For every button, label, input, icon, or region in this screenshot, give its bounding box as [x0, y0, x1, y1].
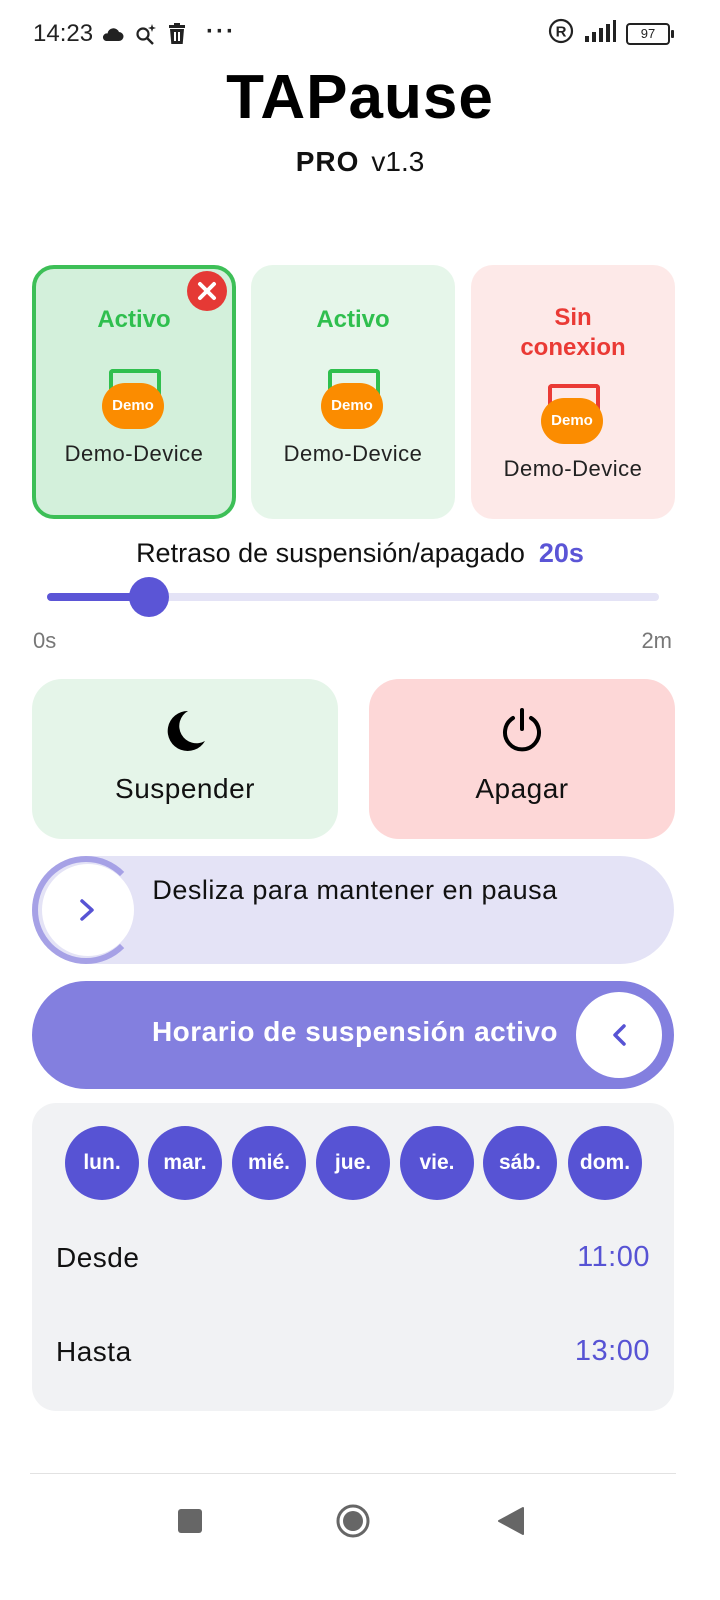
device-name: Demo-Device: [64, 441, 204, 466]
back-triangle-icon: [498, 1507, 524, 1535]
delay-title: Retraso de suspensión/apagado: [136, 538, 525, 568]
chevron-right-icon: [80, 899, 94, 921]
device-icon: Demo: [321, 369, 385, 431]
app-subtitle: PRO v1.3: [0, 146, 720, 178]
device-name: Demo-Device: [283, 441, 423, 466]
svg-text:R: R: [556, 24, 567, 41]
slider-max-label: 2m: [641, 628, 672, 653]
version-label: v1.3: [371, 146, 425, 177]
device-card[interactable]: Sin conexion Demo Demo-Device: [471, 265, 675, 519]
nav-divider: [30, 1473, 676, 1474]
suspend-button[interactable]: Suspender: [32, 679, 338, 839]
suspend-label: Suspender: [115, 773, 255, 804]
to-label: Hasta: [56, 1336, 132, 1367]
swipe-pause-handle[interactable]: [42, 864, 134, 956]
registered-icon: R: [548, 18, 574, 49]
tier-label: PRO: [295, 146, 360, 177]
day-chip-sat[interactable]: sáb.: [483, 1126, 557, 1200]
demo-badge: Demo: [541, 398, 603, 444]
schedule-toggle-handle[interactable]: [571, 987, 667, 1083]
device-name: Demo-Device: [503, 456, 643, 481]
chevron-left-icon: [613, 1024, 626, 1046]
sparkle-search-icon: [134, 20, 158, 48]
day-chip-thu[interactable]: jue.: [316, 1126, 390, 1200]
more-dots-icon: ···: [206, 18, 236, 45]
shutdown-button[interactable]: Apagar: [369, 679, 675, 839]
device-status: Sin conexion: [520, 304, 626, 361]
device-card[interactable]: Activo Demo Demo-Device: [251, 265, 455, 519]
recents-button[interactable]: [178, 1509, 202, 1533]
close-icon: [198, 282, 216, 300]
delay-slider-thumb[interactable]: [129, 577, 170, 617]
day-chip-wed[interactable]: mié.: [232, 1126, 306, 1200]
day-chip-tue[interactable]: mar.: [148, 1126, 222, 1200]
day-chip-mon[interactable]: lun.: [65, 1126, 139, 1200]
power-icon: [503, 708, 541, 752]
delay-value: 20s: [538, 538, 584, 568]
trash-icon: [167, 20, 187, 48]
day-chip-fri[interactable]: vie.: [400, 1126, 474, 1200]
from-label: Desde: [56, 1242, 140, 1273]
home-circle-icon: [336, 1504, 370, 1538]
swipe-pause-label: Desliza para mantener en pausa: [152, 875, 558, 905]
shutdown-label: Apagar: [475, 773, 569, 804]
day-chip-sun[interactable]: dom.: [568, 1126, 642, 1200]
schedule-toggle-label: Horario de suspensión activo: [151, 1016, 559, 1047]
signal-icon: [584, 20, 616, 47]
status-right: R 97: [548, 18, 674, 49]
device-icon: Demo: [541, 384, 605, 446]
remove-device-button[interactable]: [187, 271, 227, 311]
demo-badge: Demo: [321, 383, 383, 429]
moon-icon: [167, 710, 205, 751]
slider-min-label: 0s: [33, 628, 57, 653]
device-status: Activo: [316, 306, 390, 333]
cloud-icon: [100, 20, 124, 48]
home-button[interactable]: [336, 1504, 370, 1538]
status-time: 14:23: [33, 20, 94, 47]
back-button[interactable]: [497, 1506, 525, 1536]
to-time[interactable]: 13:00: [575, 1335, 650, 1368]
demo-badge: Demo: [102, 383, 164, 429]
delay-label: Retraso de suspensión/apagado 20s: [0, 538, 720, 569]
device-icon: Demo: [102, 369, 166, 431]
from-time[interactable]: 11:00: [577, 1241, 650, 1274]
app-title: TAPause: [226, 63, 494, 132]
battery-icon: 97: [626, 22, 674, 45]
